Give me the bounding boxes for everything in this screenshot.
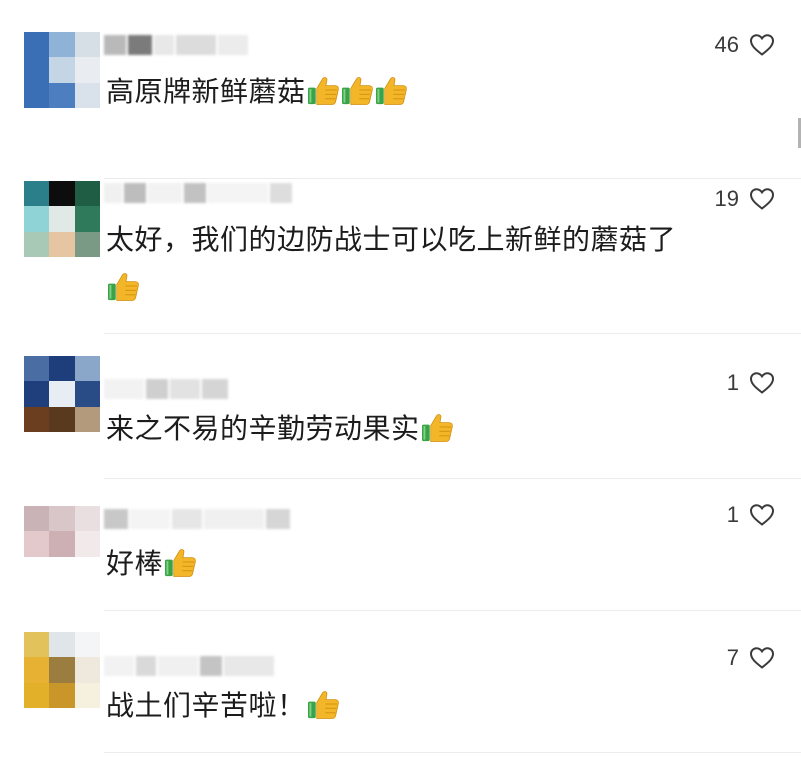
username-redacted[interactable] [104, 655, 274, 677]
comment-text: 战土们辛苦啦！ [106, 682, 741, 730]
username-redacted[interactable] [104, 34, 248, 56]
thumbs-up-icon [108, 273, 139, 301]
thumbs-up-icon [421, 414, 453, 442]
divider [104, 178, 801, 179]
heart-icon[interactable] [749, 33, 775, 57]
heart-icon[interactable] [749, 646, 775, 670]
divider [104, 752, 801, 753]
comment-body: 好棒 [106, 547, 164, 580]
like-count: 7 [726, 645, 739, 670]
username-redacted[interactable] [104, 182, 292, 204]
avatar[interactable] [24, 181, 100, 257]
avatar[interactable] [24, 506, 100, 582]
comment-text: 太好，我们的边防战士可以吃上新鲜的蘑菇了 [106, 216, 741, 312]
like-control[interactable]: 1 [727, 370, 775, 396]
avatar[interactable] [24, 632, 100, 708]
divider [104, 478, 801, 479]
like-count: 1 [726, 502, 739, 527]
username-redacted[interactable] [104, 508, 290, 530]
comment-body: 来之不易的辛勤劳动果实 [106, 412, 420, 445]
like-control[interactable]: 7 [727, 645, 775, 671]
like-control[interactable]: 1 [727, 502, 775, 528]
comment-body: 战土们辛苦啦！ [106, 689, 306, 722]
avatar[interactable] [24, 356, 100, 432]
like-count: 46 [714, 32, 739, 57]
comment-text: 高原牌新鲜蘑菇 [106, 68, 741, 116]
heart-icon[interactable] [749, 371, 775, 395]
like-count: 19 [714, 186, 739, 211]
username-redacted[interactable] [104, 378, 228, 400]
comment-body: 高原牌新鲜蘑菇 [106, 75, 306, 108]
heart-icon[interactable] [749, 503, 775, 527]
thumbs-up-icon [341, 77, 373, 105]
thumbs-up-icon [375, 77, 407, 105]
thumbs-up-icon [165, 549, 196, 577]
avatar[interactable] [24, 32, 100, 108]
comment-text: 好棒 [106, 540, 741, 588]
like-count: 1 [726, 370, 739, 395]
heart-icon[interactable] [749, 187, 775, 211]
comment-body: 太好，我们的边防战士可以吃上新鲜的蘑菇了 [106, 223, 677, 256]
like-control[interactable]: 46 [715, 32, 775, 58]
divider [104, 333, 801, 334]
like-control[interactable]: 19 [715, 186, 775, 212]
divider [104, 610, 801, 611]
thumbs-up-icon [307, 691, 339, 719]
thumbs-up-icon [307, 77, 339, 105]
comment-text: 来之不易的辛勤劳动果实 [106, 405, 741, 453]
